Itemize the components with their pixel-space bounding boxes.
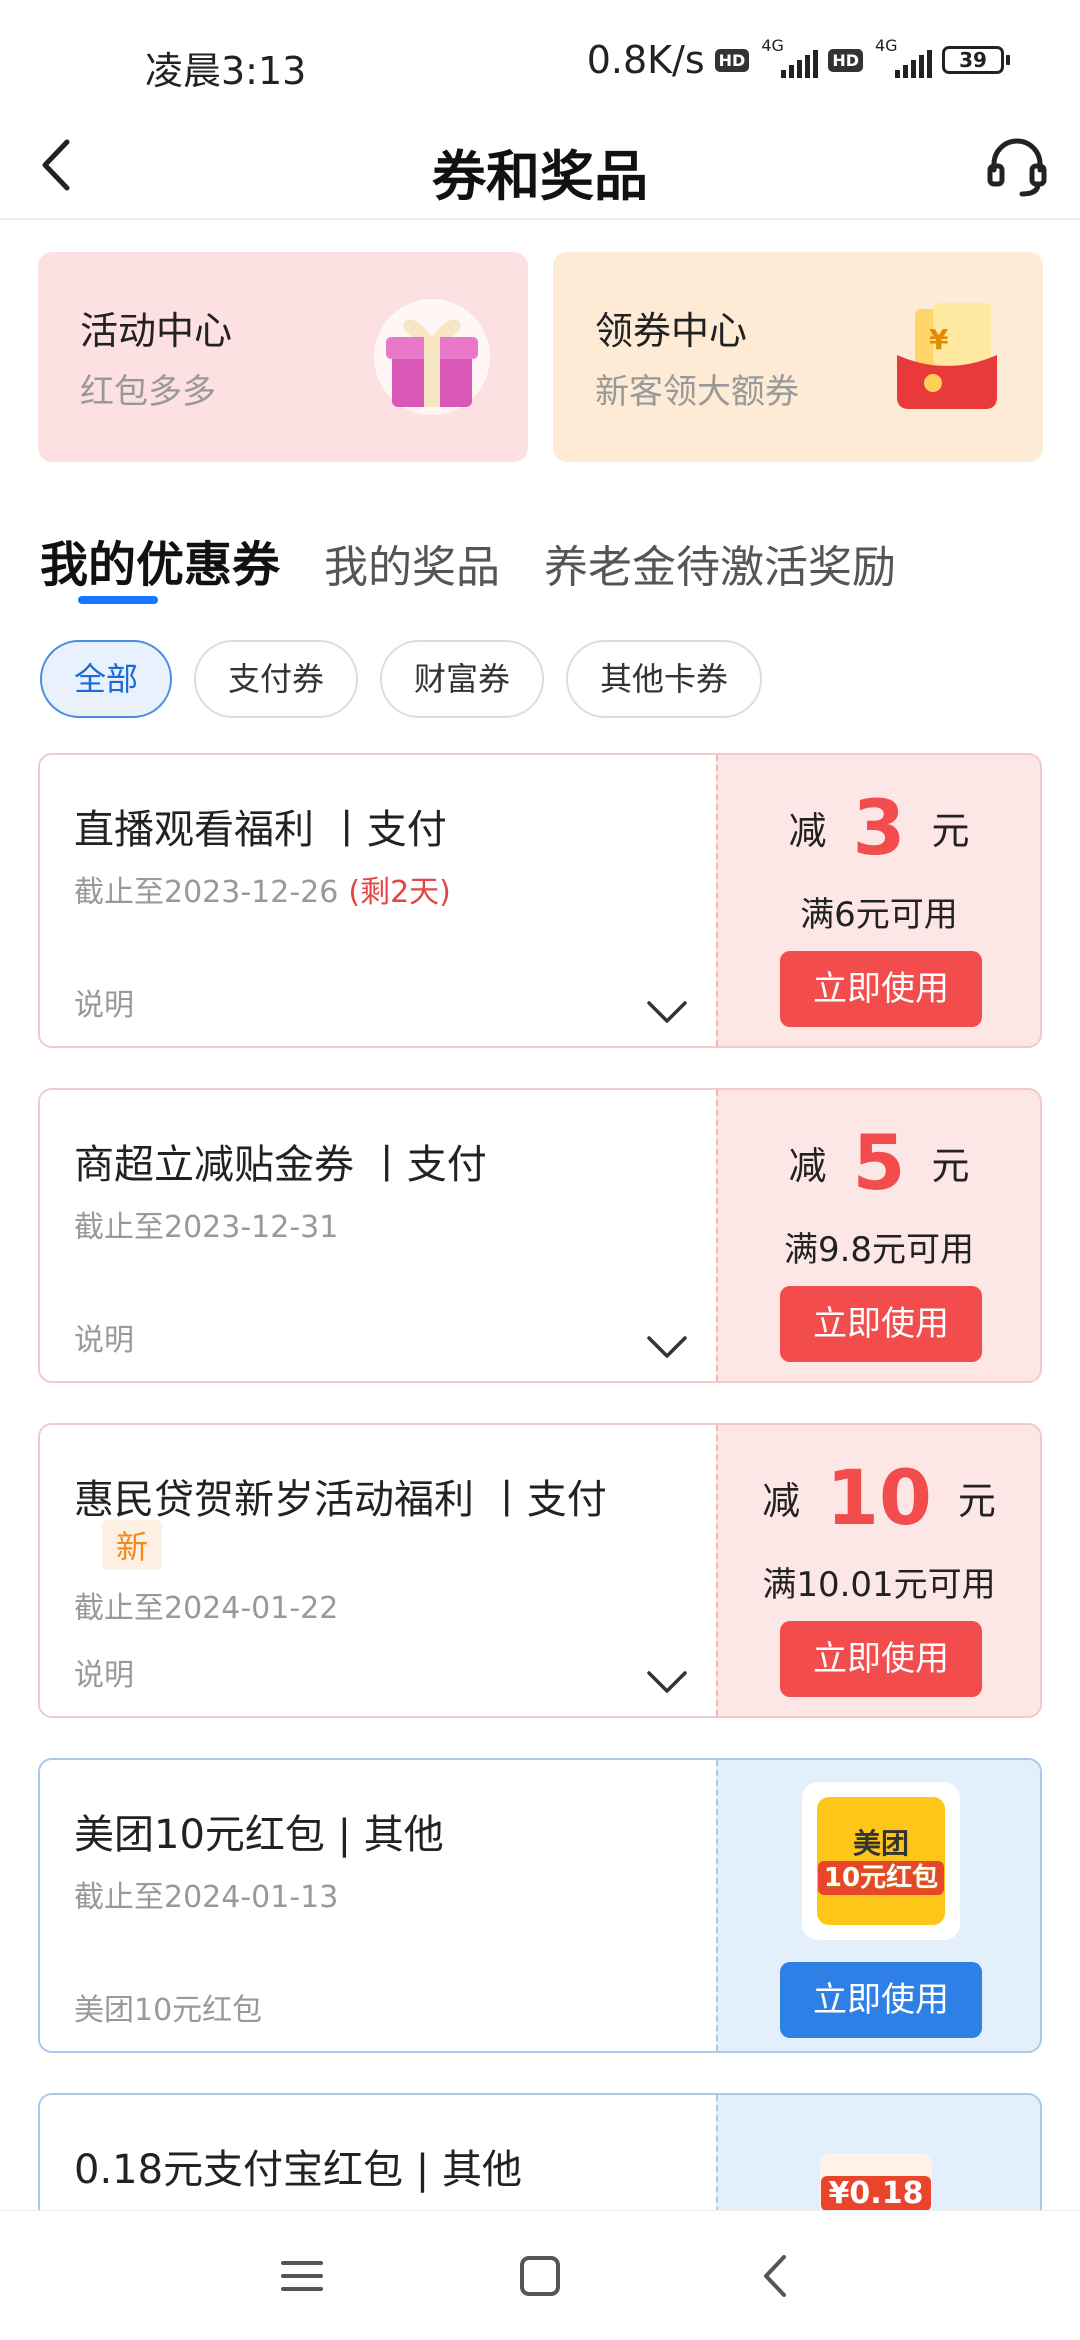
chevron-down-icon[interactable]: [646, 998, 688, 1026]
coupon-remaining-days: (剩2天): [348, 875, 451, 910]
chevron-down-icon[interactable]: [646, 1333, 688, 1361]
signal-icon: 4G: [759, 36, 819, 78]
coupon-info: 直播观看福利 丨支付 截止至2023-12-26 (剩2天) 说明: [40, 755, 716, 1046]
coupon-title: 美团10元红包 | 其他: [74, 1812, 444, 1858]
app-header: 券和奖品: [0, 110, 1080, 220]
new-badge: 新: [102, 1520, 163, 1570]
coupon-discount: 减 10 元: [762, 1453, 996, 1542]
thumb-amount: ¥0.18: [820, 2175, 932, 2211]
gift-box-icon: [374, 299, 490, 415]
hd-badge: HD: [714, 48, 750, 72]
red-envelope-icon: ¥: [897, 303, 997, 409]
battery-level: 39: [942, 46, 1004, 74]
coupon-condition: 满9.8元可用: [783, 1230, 975, 1270]
coupon-value-panel: 减 10 元 满10.01元可用 立即使用: [716, 1425, 1040, 1716]
meituan-red-packet-image: 美团 10元红包: [802, 1782, 960, 1940]
coupon-card: 商超立减贴金券 丨支付 截止至2023-12-31 说明 减5元 满9.8元可用…: [38, 1088, 1042, 1383]
coupon-card: 直播观看福利 丨支付 截止至2023-12-26 (剩2天) 说明 减3元 满6元…: [38, 753, 1042, 1048]
discount-amount: 3: [852, 783, 906, 872]
status-bar: 凌晨3:13 0.8K/s HD 4G HD 4G 39: [0, 0, 1080, 110]
headset-icon[interactable]: [982, 130, 1052, 200]
use-now-button[interactable]: 立即使用: [780, 1621, 982, 1697]
filter-wealth[interactable]: 财富券: [380, 640, 545, 718]
coupon-condition: 满10.01元可用: [762, 1565, 996, 1605]
activity-center-title: 活动中心: [80, 309, 233, 353]
use-now-button[interactable]: 立即使用: [780, 951, 982, 1027]
back-chevron-icon[interactable]: [750, 2249, 804, 2303]
coupon-info: 商超立减贴金券 丨支付 截止至2023-12-31 说明: [40, 1090, 716, 1381]
tab-my-coupons[interactable]: 我的优惠券: [40, 525, 280, 595]
coupon-title: 商超立减贴金券 丨支付: [74, 1142, 487, 1188]
coupon-description: 美团10元红包: [74, 1993, 263, 2028]
coupon-info: 惠民贷贺新岁活动福利 丨支付 新 截止至2024-01-22 说明: [40, 1425, 716, 1716]
hd-badge: HD: [828, 48, 863, 72]
tab-my-prizes[interactable]: 我的奖品: [324, 531, 500, 595]
coupon-center-card[interactable]: 领券中心 新客领大额券 ¥: [553, 252, 1043, 462]
home-square-icon[interactable]: [513, 2249, 567, 2303]
discount-amount: 10: [826, 1453, 932, 1542]
coupon-condition: 满6元可用: [800, 895, 958, 935]
coupon-expiry: 截止至2023-12-31: [74, 1210, 339, 1245]
coupon-description-link[interactable]: 说明: [74, 1650, 134, 1694]
coupon-title: 0.18元支付宝红包 | 其他: [74, 2147, 522, 2193]
coupon-title: 直播观看福利 丨支付: [74, 807, 447, 853]
status-time: 凌晨3:13: [145, 49, 307, 93]
filter-all[interactable]: 全部: [40, 640, 173, 718]
coupon-expiry: 截止至2023-12-26 (剩2天): [74, 875, 451, 910]
coupon-expiry: 截止至2024-01-13: [74, 1880, 339, 1915]
menu-icon[interactable]: [275, 2249, 329, 2303]
svg-text:¥: ¥: [929, 323, 949, 356]
prize-card: 美团10元红包 | 其他 截止至2024-01-13 美团10元红包 美团 10…: [38, 1758, 1042, 2053]
coupon-card: 惠民贷贺新岁活动福利 丨支付 新 截止至2024-01-22 说明 减 10 元 满…: [38, 1423, 1042, 1718]
coupon-value-panel: 美团 10元红包 立即使用: [716, 1760, 1040, 2051]
coupon-discount: 减3元: [788, 783, 970, 872]
coupon-center-subtitle: 新客领大额券: [595, 372, 799, 412]
coupon-expiry: 截止至2024-01-22: [74, 1591, 339, 1626]
tab-pension-rewards[interactable]: 养老金待激活奖励: [544, 531, 896, 595]
network-type: 4G: [761, 36, 784, 55]
filter-chips: 全部 支付券 财富券 其他卡券: [40, 640, 763, 718]
signal-icon: 4G: [873, 36, 932, 78]
activity-center-card[interactable]: 活动中心 红包多多: [38, 252, 528, 462]
page-title: 券和奖品: [432, 145, 648, 208]
discount-amount: 5: [852, 1118, 906, 1207]
coupon-title: 惠民贷贺新岁活动福利 丨支付: [74, 1477, 607, 1523]
coupon-description-link[interactable]: 说明: [74, 980, 134, 1024]
coupon-info: 美团10元红包 | 其他 截止至2024-01-13 美团10元红包: [40, 1760, 716, 2051]
use-now-button[interactable]: 立即使用: [780, 1286, 982, 1362]
coupon-value-panel: 减3元 满6元可用 立即使用: [716, 755, 1040, 1046]
status-indicators: 0.8K/s HD 4G HD 4G 39: [586, 36, 1010, 82]
activity-center-subtitle: 红包多多: [80, 372, 216, 412]
coupon-discount: 减5元: [788, 1118, 970, 1207]
filter-other[interactable]: 其他卡券: [566, 640, 763, 718]
filter-payment[interactable]: 支付券: [194, 640, 359, 718]
chevron-down-icon[interactable]: [646, 1668, 688, 1696]
network-speed: 0.8K/s: [586, 38, 705, 82]
active-tab-indicator: [78, 596, 158, 604]
thumb-brand: 美团: [852, 1827, 909, 1860]
network-type: 4G: [875, 36, 898, 55]
system-nav-bar: [0, 2210, 1080, 2340]
battery-icon: 39: [942, 46, 1010, 74]
coupon-description-link[interactable]: 说明: [74, 1315, 134, 1359]
coupon-center-title: 领券中心: [595, 309, 748, 353]
coupon-tabs: 我的优惠券 我的奖品 养老金待激活奖励: [40, 525, 896, 595]
thumb-amount: 10元红包: [817, 1861, 945, 1895]
coupon-value-panel: 减5元 满9.8元可用 立即使用: [716, 1090, 1040, 1381]
use-now-button[interactable]: 立即使用: [780, 1962, 982, 2038]
